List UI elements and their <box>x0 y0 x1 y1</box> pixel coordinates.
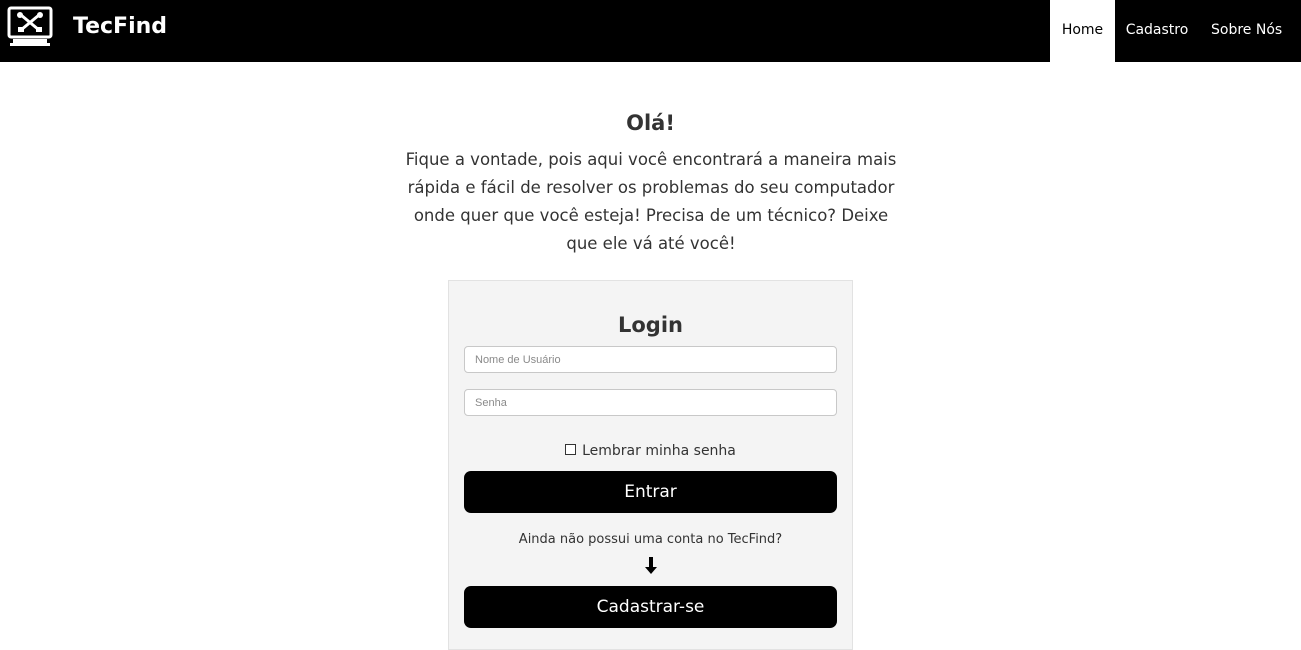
nav-link-home[interactable]: Home <box>1050 0 1115 62</box>
signup-button[interactable]: Cadastrar-se <box>464 586 837 628</box>
top-navbar: TecFind Home Cadastro Sobre Nós <box>0 0 1301 62</box>
username-input[interactable] <box>464 346 837 373</box>
enter-button[interactable]: Entrar <box>464 471 837 513</box>
remember-label: Lembrar minha senha <box>582 443 736 459</box>
no-account-text: Ainda não possui uma conta no TecFind? <box>518 532 783 547</box>
intro-text: Fique a vontade, pois aqui você encontra… <box>405 150 897 253</box>
brand-name[interactable]: TecFind <box>73 13 167 41</box>
password-input[interactable] <box>464 389 837 416</box>
login-title: Login <box>618 313 683 337</box>
nav-link-sobre-nos[interactable]: Sobre Nós <box>1199 0 1285 62</box>
intro-title: Olá! <box>626 111 675 135</box>
remember-checkbox[interactable] <box>565 443 577 455</box>
arrow-down-icon <box>645 557 657 574</box>
remember-password[interactable]: Lembrar minha senha <box>449 443 852 459</box>
login-panel: Login Lembrar minha senha Entrar Ainda n… <box>448 280 853 650</box>
nav-link-cadastro[interactable]: Cadastro <box>1115 0 1199 62</box>
nav-links: Home Cadastro Sobre Nós <box>1050 0 1301 62</box>
monitor-tools-icon[interactable] <box>6 6 54 48</box>
